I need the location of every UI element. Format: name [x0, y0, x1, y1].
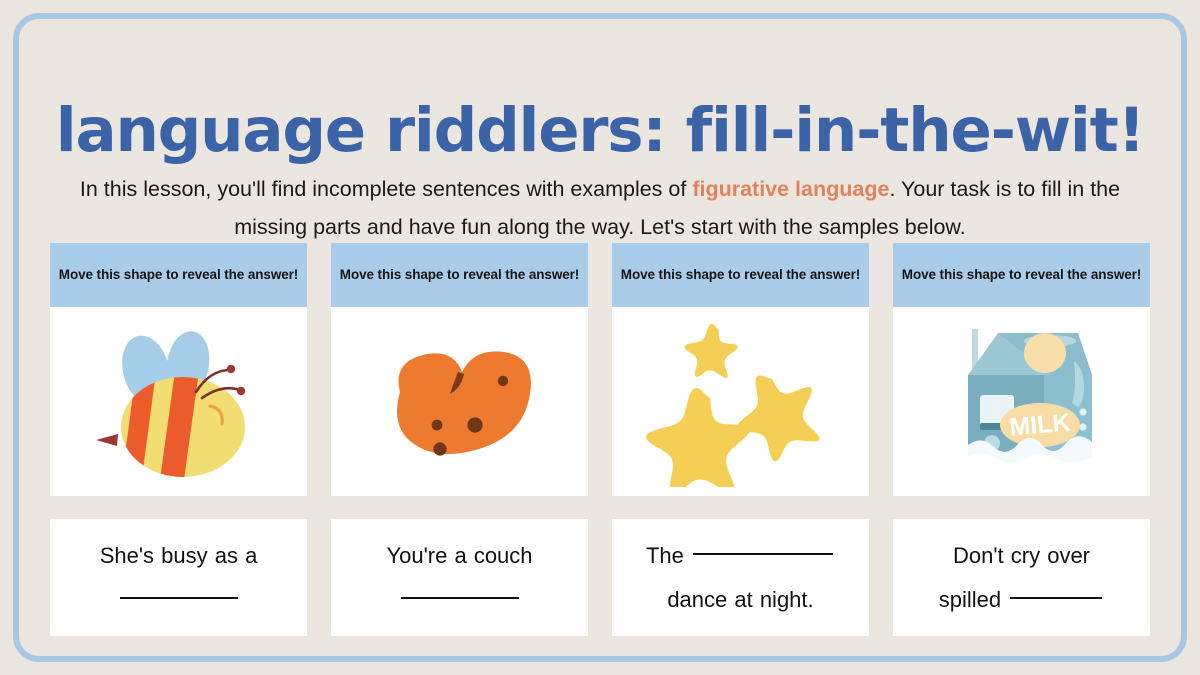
slide-canvas: language riddlers: fill-in-the-wit! In t…: [0, 0, 1200, 675]
card-illustration-panel-4: MILK: [893, 307, 1150, 496]
sentence-line-3b: dance at night.: [667, 586, 814, 612]
sentence-card-2[interactable]: You're a couch: [331, 519, 588, 636]
sentence-line-4a: Don't cry over: [952, 542, 1091, 568]
riddle-card-3: Move this shape to reveal the answer! Th…: [612, 243, 869, 636]
card-header-2[interactable]: Move this shape to reveal the answer!: [331, 243, 588, 307]
page-title: language riddlers: fill-in-the-wit!: [55, 94, 1146, 166]
sentence-text-4: Don't cry over spilled: [939, 534, 1105, 622]
figurative-language-highlight: figurative language: [692, 176, 890, 201]
card-grid: Move this shape to reveal the answer! Sh…: [50, 243, 1150, 636]
riddle-card-4: Move this shape to reveal the answer! MI…: [893, 243, 1150, 636]
card-header-4[interactable]: Move this shape to reveal the answer!: [893, 243, 1150, 307]
sentence-card-4[interactable]: Don't cry over spilled: [893, 519, 1150, 636]
bee-illustration[interactable]: [84, 322, 274, 482]
milk-carton-illustration[interactable]: MILK: [932, 317, 1112, 487]
card-header-3[interactable]: Move this shape to reveal the answer!: [612, 243, 869, 307]
sentence-line-3a: The: [645, 542, 684, 568]
intro-paragraph: In this lesson, you'll find incomplete s…: [66, 170, 1134, 246]
answer-blank-3[interactable]: [693, 552, 834, 555]
riddle-card-2: Move this shape to reveal the answer! Yo…: [331, 243, 588, 636]
answer-blank-2[interactable]: [400, 596, 519, 599]
card-illustration-panel-1: [50, 307, 307, 496]
sentence-text-3: The dance at night.: [646, 534, 835, 622]
riddle-card-1: Move this shape to reveal the answer! Sh…: [50, 243, 307, 636]
answer-blank-4[interactable]: [1010, 596, 1103, 599]
intro-text-before: In this lesson, you'll find incomplete s…: [79, 176, 693, 201]
sentence-text-2: You're a couch: [386, 534, 533, 622]
card-header-1[interactable]: Move this shape to reveal the answer!: [50, 243, 307, 307]
card-illustration-panel-2: [331, 307, 588, 496]
answer-blank-1[interactable]: [119, 596, 238, 599]
svg-text:MILK: MILK: [1008, 408, 1071, 441]
sentence-card-3[interactable]: The dance at night.: [612, 519, 869, 636]
potato-illustration[interactable]: [370, 332, 550, 472]
sentence-line-2a: You're a couch: [386, 542, 533, 568]
stars-illustration[interactable]: [645, 317, 836, 487]
card-illustration-panel-3: [612, 307, 869, 496]
sentence-line-1a: She's busy as a: [99, 542, 258, 568]
sentence-line-4b: spilled: [938, 586, 1002, 612]
sentence-card-1[interactable]: She's busy as a: [50, 519, 307, 636]
sentence-text-1: She's busy as a: [99, 534, 258, 622]
